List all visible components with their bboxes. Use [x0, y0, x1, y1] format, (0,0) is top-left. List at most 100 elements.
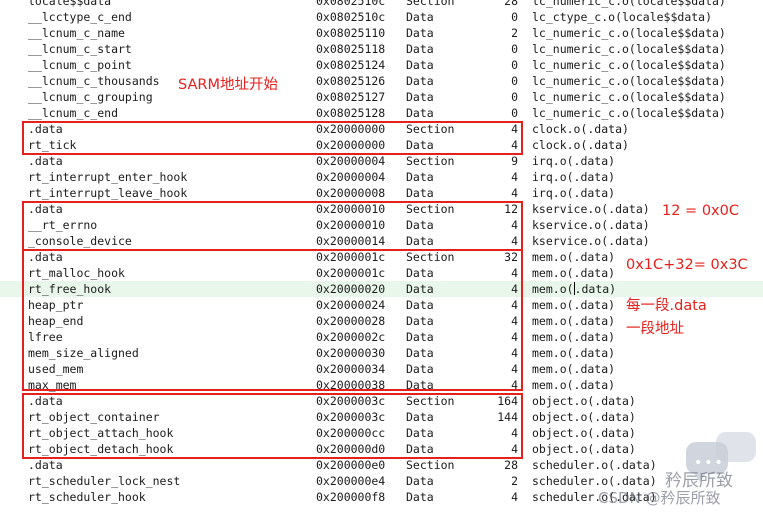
symbol-name: .data	[28, 154, 63, 168]
object-name: lc_numeric_c.o(locale$$data)	[532, 0, 726, 8]
symbol-address: 0x08025128	[316, 106, 386, 120]
symbol-address: 0x2000003c	[316, 394, 386, 408]
object-name: lc_numeric_c.o(locale$$data)	[532, 74, 726, 88]
table-row[interactable]: __lcnum_c_grouping 0x08025127 Data 0 lc_nume…	[0, 89, 763, 105]
table-row[interactable]: rt_interrupt_leave_hook 0x20000008 Data 4 ir…	[0, 185, 763, 201]
table-row[interactable]: .data 0x20000000 Section 4 clock.o(.data)	[0, 121, 763, 137]
table-row[interactable]: rt_free_hook 0x20000020 Data 4 mem.o(.data)	[0, 281, 763, 297]
symbol-size: 28	[504, 0, 518, 8]
symbol-name: rt_scheduler_lock_nest	[28, 474, 181, 488]
symbol-size: 0	[511, 42, 518, 56]
symbol-size: 2	[511, 26, 518, 40]
symbol-name: rt_object_container	[28, 410, 160, 424]
symbol-size: 4	[511, 186, 518, 200]
table-row[interactable]: __lcnum_c_name 0x08025110 Data 2 lc_numeric_…	[0, 25, 763, 41]
symbol-name: rt_malloc_hook	[28, 266, 125, 280]
symbol-name: rt_interrupt_enter_hook	[28, 170, 188, 184]
symbol-size: 0	[511, 106, 518, 120]
symbol-size: 4	[511, 490, 518, 504]
table-row[interactable]: .data 0x20000010 Section 12 kservice.o(.data…	[0, 201, 763, 217]
symbol-address: 0x08025118	[316, 42, 386, 56]
symbol-address: 0x20000020	[316, 282, 386, 296]
annotation-mem-calc: 0x1C+32= 0x3C	[626, 257, 748, 273]
table-row[interactable]: _console_device 0x20000014 Data 4 kservice.o…	[0, 233, 763, 249]
symbol-name: __lcnum_c_start	[28, 42, 132, 56]
table-row[interactable]: __lcctype_c_end 0x0802510c Data 0 lc_ctype_c…	[0, 9, 763, 25]
table-row[interactable]: rt_object_detach_hook 0x200000d0 Data 4 obje…	[0, 441, 763, 457]
symbol-name: __lcctype_c_end	[28, 10, 132, 24]
object-name: lc_ctype_c.o(locale$$data)	[532, 10, 713, 24]
symbol-address: 0x20000038	[316, 378, 386, 392]
symbol-size: 4	[511, 170, 518, 184]
symbol-address: 0x20000034	[316, 362, 386, 376]
symbol-name: .data	[28, 394, 63, 408]
symbol-name: used_mem	[28, 362, 84, 376]
object-name: mem.o(.data)	[532, 346, 616, 360]
symbol-address: 0x20000004	[316, 154, 386, 168]
object-name: mem.o(.data)	[532, 362, 616, 376]
symbol-name: .data	[28, 122, 63, 136]
table-row[interactable]: mem_size_aligned 0x20000030 Data 4 mem.o(.da…	[0, 345, 763, 361]
symbol-name: rt_interrupt_leave_hook	[28, 186, 188, 200]
object-name: mem.o(.data)	[532, 282, 617, 296]
table-row[interactable]: locale$$data 0x0802510c Section 28 lc_numeri…	[0, 0, 763, 9]
table-row[interactable]: rt_object_container 0x2000003c Data 144 obje…	[0, 409, 763, 425]
table-row[interactable]: .data 0x20000004 Section 9 irq.o(.data)	[0, 153, 763, 169]
object-name: irq.o(.data)	[532, 170, 616, 184]
object-name: lc_numeric_c.o(locale$$data)	[532, 106, 726, 120]
symbol-name: __lcnum_c_end	[28, 106, 119, 120]
symbol-size: 32	[504, 250, 518, 264]
symbol-size: 4	[511, 378, 518, 392]
object-name: irq.o(.data)	[532, 186, 616, 200]
table-row[interactable]: rt_interrupt_enter_hook 0x20000004 Data 4 ir…	[0, 169, 763, 185]
table-row[interactable]: __rt_errno 0x20000010 Data 4 kservice.o(.dat…	[0, 217, 763, 233]
table-row[interactable]: __lcnum_c_thousands 0x08025126 Data 0 lc_num…	[0, 73, 763, 89]
symbol-size: 2	[511, 474, 518, 488]
symbol-address: 0x2000001c	[316, 266, 386, 280]
symbol-name: rt_object_attach_hook	[28, 426, 174, 440]
table-row[interactable]: rt_object_attach_hook 0x200000cc Data 4 obje…	[0, 425, 763, 441]
symbol-size: 4	[511, 426, 518, 440]
table-row[interactable]: __lcnum_c_start 0x08025118 Data 0 lc_numeric…	[0, 41, 763, 57]
symbol-address: 0x20000000	[316, 138, 386, 152]
symbol-size: 4	[511, 218, 518, 232]
symbol-name: max_mem	[28, 378, 77, 392]
symbol-address: 0x20000014	[316, 234, 386, 248]
table-row[interactable]: rt_tick 0x20000000 Data 4 clock.o(.data)	[0, 137, 763, 153]
table-row[interactable]: .data 0x2000003c Section 164 object.o(.data)	[0, 393, 763, 409]
symbol-size: 0	[511, 90, 518, 104]
object-name: lc_numeric_c.o(locale$$data)	[532, 26, 726, 40]
symbol-address: 0x08025124	[316, 58, 386, 72]
symbol-size: 4	[511, 122, 518, 136]
symbol-address: 0x20000004	[316, 170, 386, 184]
annotation-segment-line1: 每一段.data	[626, 298, 707, 314]
table-row[interactable]: max_mem 0x20000038 Data 4 mem.o(.data)	[0, 377, 763, 393]
annotation-segment-line2: 一段地址	[626, 321, 684, 337]
symbol-address: 0x20000028	[316, 314, 386, 328]
symbol-size: 4	[511, 362, 518, 376]
table-row[interactable]: used_mem 0x20000034 Data 4 mem.o(.data)	[0, 361, 763, 377]
table-row[interactable]: .data 0x200000e0 Section 28 scheduler.o(.dat…	[0, 457, 763, 473]
symbol-size: 12	[504, 202, 518, 216]
symbol-address: 0x2000003c	[316, 410, 386, 424]
symbol-address: 0x20000008	[316, 186, 386, 200]
symbol-name: rt_free_hook	[28, 282, 112, 296]
symbol-name: rt_object_detach_hook	[28, 442, 174, 456]
symbol-size: 4	[511, 314, 518, 328]
table-row[interactable]: __lcnum_c_point 0x08025124 Data 0 lc_numeric…	[0, 57, 763, 73]
table-row[interactable]: __lcnum_c_end 0x08025128 Data 0 lc_numeric_c…	[0, 105, 763, 121]
symbol-size: 144	[497, 410, 518, 424]
object-name: lc_numeric_c.o(locale$$data)	[532, 58, 726, 72]
symbol-address: 0x20000024	[316, 298, 386, 312]
symbol-address: 0x20000000	[316, 122, 386, 136]
symbol-size: 4	[511, 298, 518, 312]
symbol-name: __lcnum_c_name	[28, 26, 125, 40]
symbol-name: mem_size_aligned	[28, 346, 139, 360]
symbol-size: 28	[504, 458, 518, 472]
map-file-viewer: locale$$data 0x0802510c Section 28 lc_numeri…	[0, 0, 763, 514]
symbol-size: 4	[511, 330, 518, 344]
object-name: kservice.o(.data)	[532, 234, 650, 248]
object-name: lc_numeric_c.o(locale$$data)	[532, 90, 726, 104]
object-name: irq.o(.data)	[532, 154, 616, 168]
symbol-name: rt_scheduler_hook	[28, 490, 146, 504]
